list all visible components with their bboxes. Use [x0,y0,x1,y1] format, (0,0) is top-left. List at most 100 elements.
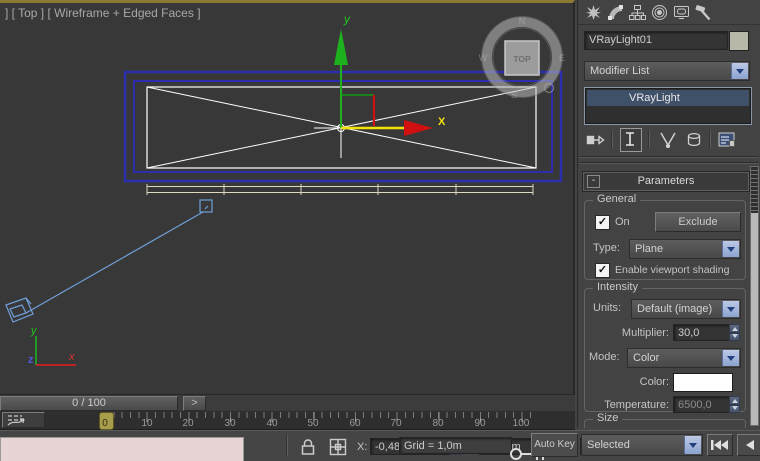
absolute-mode-icon[interactable] [327,438,349,456]
general-group-title: General [593,193,641,205]
key-filter-chevron-icon[interactable] [684,436,701,454]
on-label: On [615,216,630,228]
ruler-label-20: 20 [182,418,194,429]
viewport-shading-label: Enable viewport shading [615,264,730,276]
viewcube-compass-n: N [519,16,526,26]
ruler-label-70: 70 [390,418,402,429]
mode-chevron-icon[interactable] [722,350,739,366]
world-axis-tripod: y x z [28,325,76,366]
maxscript-mini-listener[interactable] [0,437,244,461]
size-group: Size [584,412,746,428]
motion-tab-icon[interactable] [651,4,668,21]
multiplier-spinner[interactable] [729,324,740,341]
configure-modifier-sets-icon[interactable] [717,131,737,148]
make-unique-icon[interactable] [658,131,678,148]
world-axis-x-label: x [68,351,75,363]
type-dropdown[interactable]: Plane [629,239,741,259]
next-frame-button[interactable]: > [183,396,206,411]
viewport-top[interactable]: y X y x z TOP N E S W] [Top] [Wirefr… [0,0,575,394]
mode-label: Mode: [589,351,620,363]
utilities-tab-icon[interactable] [695,4,712,21]
create-tab-icon[interactable] [585,4,602,21]
previous-frame-button[interactable] [737,434,760,456]
multiplier-label: Multiplier: [621,327,669,339]
ruler-label-30: 30 [224,418,236,429]
color-swatch[interactable] [673,373,733,392]
track-bar[interactable]: 0 10 20 30 40 50 60 70 80 90 100 [0,411,575,430]
stack-toolbar [578,128,760,152]
type-chevron-icon[interactable] [722,241,739,257]
remove-modifier-icon[interactable] [684,131,704,148]
ruler-label-60: 60 [349,418,361,429]
edge-tick-strip [146,184,534,195]
pin-stack-icon[interactable] [586,131,606,148]
units-chevron-icon[interactable] [722,301,739,317]
on-checkbox[interactable]: ✓ [595,215,610,230]
mode-dropdown[interactable]: Color [627,348,741,368]
modifier-list-dropdown[interactable]: Modifier List [584,61,750,81]
color-label: Color: [639,376,669,388]
modifier-list-chevron-icon[interactable] [731,63,748,79]
stack-item-vraylight[interactable]: VRayLight [587,90,749,106]
modifier-list-value: Modifier List [590,65,650,77]
display-tab-icon[interactable] [673,4,690,21]
viewport-scene: y X y x z TOP N E S W [5,12,565,366]
modify-tab-icon[interactable] [607,4,624,21]
intensity-group: Intensity Units: Default (image) Multipl… [584,281,746,413]
units-dropdown[interactable]: Default (image) [631,299,741,319]
wirecolor-swatch[interactable] [729,31,749,51]
collapse-button[interactable]: - [587,175,600,188]
go-to-start-icon [711,440,728,450]
gizmo-y-label: y [343,12,351,26]
key-filter-value: Selected [587,439,630,451]
units-value: Default (image) [637,303,713,315]
ruler-label-100: 100 [512,418,530,429]
camera-object[interactable] [5,199,213,323]
parameters-rollout-title: Parameters [637,175,695,187]
ruler-label-90: 90 [474,418,486,429]
viewcube-compass-e: E [559,53,565,63]
object-name-field[interactable]: VRayLight01 [584,31,728,50]
viewport-label[interactable]: ] [ Top ] [ Wireframe + Edged Faces ] [5,6,201,20]
rollout-scrollbar[interactable] [750,166,759,426]
ruler-label-50: 50 [307,418,319,429]
type-value: Plane [635,243,664,255]
command-panel-tabs [578,1,760,25]
viewcube-top-face: TOP [513,54,531,64]
ruler-label-80: 80 [432,418,444,429]
size-group-title: Size [593,412,623,424]
selection-lock-icon[interactable] [297,438,319,456]
temperature-label: Temperature: [604,399,669,411]
general-group: General ✓ On Exclude Type: Plane ✓ Enabl… [584,193,746,280]
grid-display: Grid = 1,0m [399,437,512,454]
time-slider-handle[interactable]: 0 / 100 [0,396,178,411]
viewport-shading-checkbox[interactable]: ✓ [595,263,610,278]
mini-curve-editor-icon [7,415,25,426]
exclude-button[interactable]: Exclude [655,212,741,232]
time-slider-row: 0 / 100 > [0,394,575,411]
previous-frame-icon [746,440,754,450]
ruler-label-40: 40 [266,418,278,429]
type-label: Type: [593,242,620,254]
temperature-spinner[interactable] [729,396,740,413]
x-coord-label: X: [357,441,368,453]
3dsmax-window: y X y x z TOP N E S W] [Top] [Wirefr… [0,0,760,461]
key-filter-dropdown[interactable]: Selected [581,434,703,456]
mini-curve-editor-button[interactable] [2,412,45,428]
multiplier-field[interactable]: 30,0 [673,324,731,341]
show-end-result-button[interactable] [620,128,642,152]
scrollbar-thumb[interactable] [751,167,758,213]
intensity-group-title: Intensity [593,281,642,293]
temperature-field[interactable]: 6500,0 [673,396,731,413]
gizmo-x-label: X [438,116,446,128]
parameters-rollout-header[interactable]: - Parameters [583,172,749,191]
move-gizmo[interactable]: y X [314,12,446,158]
modifier-stack[interactable]: VRayLight [584,87,752,125]
hierarchy-tab-icon[interactable] [629,4,646,21]
show-end-result-icon [626,132,634,146]
units-label: Units: [593,302,622,314]
world-axis-y-label: y [30,325,38,337]
ruler-label-0: 0 [102,418,108,429]
auto-key-button[interactable]: Auto Key [531,433,578,457]
go-to-start-button[interactable] [707,434,733,456]
